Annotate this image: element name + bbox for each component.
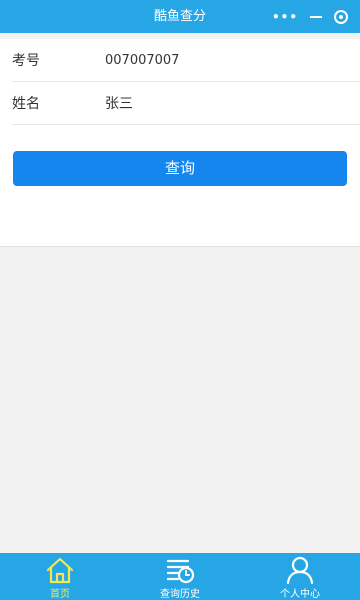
tab-home-label: 首页: [50, 589, 70, 600]
exam-number-row: 考号: [12, 39, 360, 82]
name-field[interactable]: [105, 95, 348, 111]
tab-bar: 首页 查询历史 个人中心: [0, 553, 360, 600]
tab-profile[interactable]: 个人中心: [240, 553, 360, 600]
navigation-bar: 酷鱼查分 •••: [0, 0, 360, 33]
query-button[interactable]: 查询: [13, 151, 347, 186]
exam-number-field[interactable]: [105, 52, 348, 68]
user-icon: [284, 556, 316, 584]
name-label: 姓名: [12, 96, 40, 112]
tab-profile-label: 个人中心: [280, 589, 320, 600]
tab-home[interactable]: 首页: [0, 553, 120, 600]
minimize-icon[interactable]: [309, 16, 322, 18]
more-icon[interactable]: •••: [272, 10, 298, 24]
exam-number-label: 考号: [12, 53, 40, 69]
record-close-icon[interactable]: [333, 10, 348, 24]
tab-history[interactable]: 查询历史: [120, 553, 240, 600]
name-row: 姓名: [12, 82, 360, 125]
query-form: 考号 姓名 查询: [0, 39, 360, 247]
home-icon: [44, 556, 76, 584]
history-icon: [164, 556, 196, 584]
capsule-menu: •••: [266, 5, 354, 29]
tab-history-label: 查询历史: [160, 589, 200, 600]
